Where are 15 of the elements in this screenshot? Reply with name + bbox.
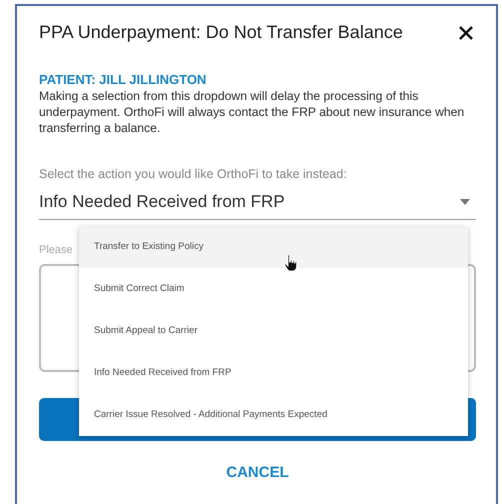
warning-message: Making a selection from this dropdown will delay the processing of this underpayment. OrthoFi will always contact the FRP about new insurance when transferring a balance. bbox=[39, 89, 466, 137]
dropdown-option[interactable]: Submit Appeal to Carrier bbox=[79, 310, 468, 352]
select-label: Select the action you would like OrthoFi to take instead: bbox=[39, 166, 348, 183]
notes-label: Please bbox=[39, 244, 73, 256]
cursor-icon bbox=[284, 254, 298, 272]
dropdown-option[interactable]: Carrier Issue Resolved - Additional Payments Expected bbox=[79, 394, 468, 436]
dropdown-option[interactable]: Info Needed Received from FRP bbox=[79, 352, 468, 394]
close-icon bbox=[458, 24, 474, 41]
patient-name: PATIENT: JILL JILLINGTON bbox=[39, 70, 208, 89]
caret-icon bbox=[460, 199, 470, 206]
dropdown-option[interactable]: Submit Correct Claim bbox=[79, 268, 468, 310]
cancel-button[interactable]: CANCEL bbox=[220, 461, 295, 486]
action-select[interactable]: Info Needed Received from FRP bbox=[39, 183, 476, 220]
dialog-title: PPA Underpayment: Do Not Transfer Balance bbox=[39, 22, 403, 44]
dropdown-option[interactable]: Transfer to Existing Policy bbox=[79, 226, 468, 268]
